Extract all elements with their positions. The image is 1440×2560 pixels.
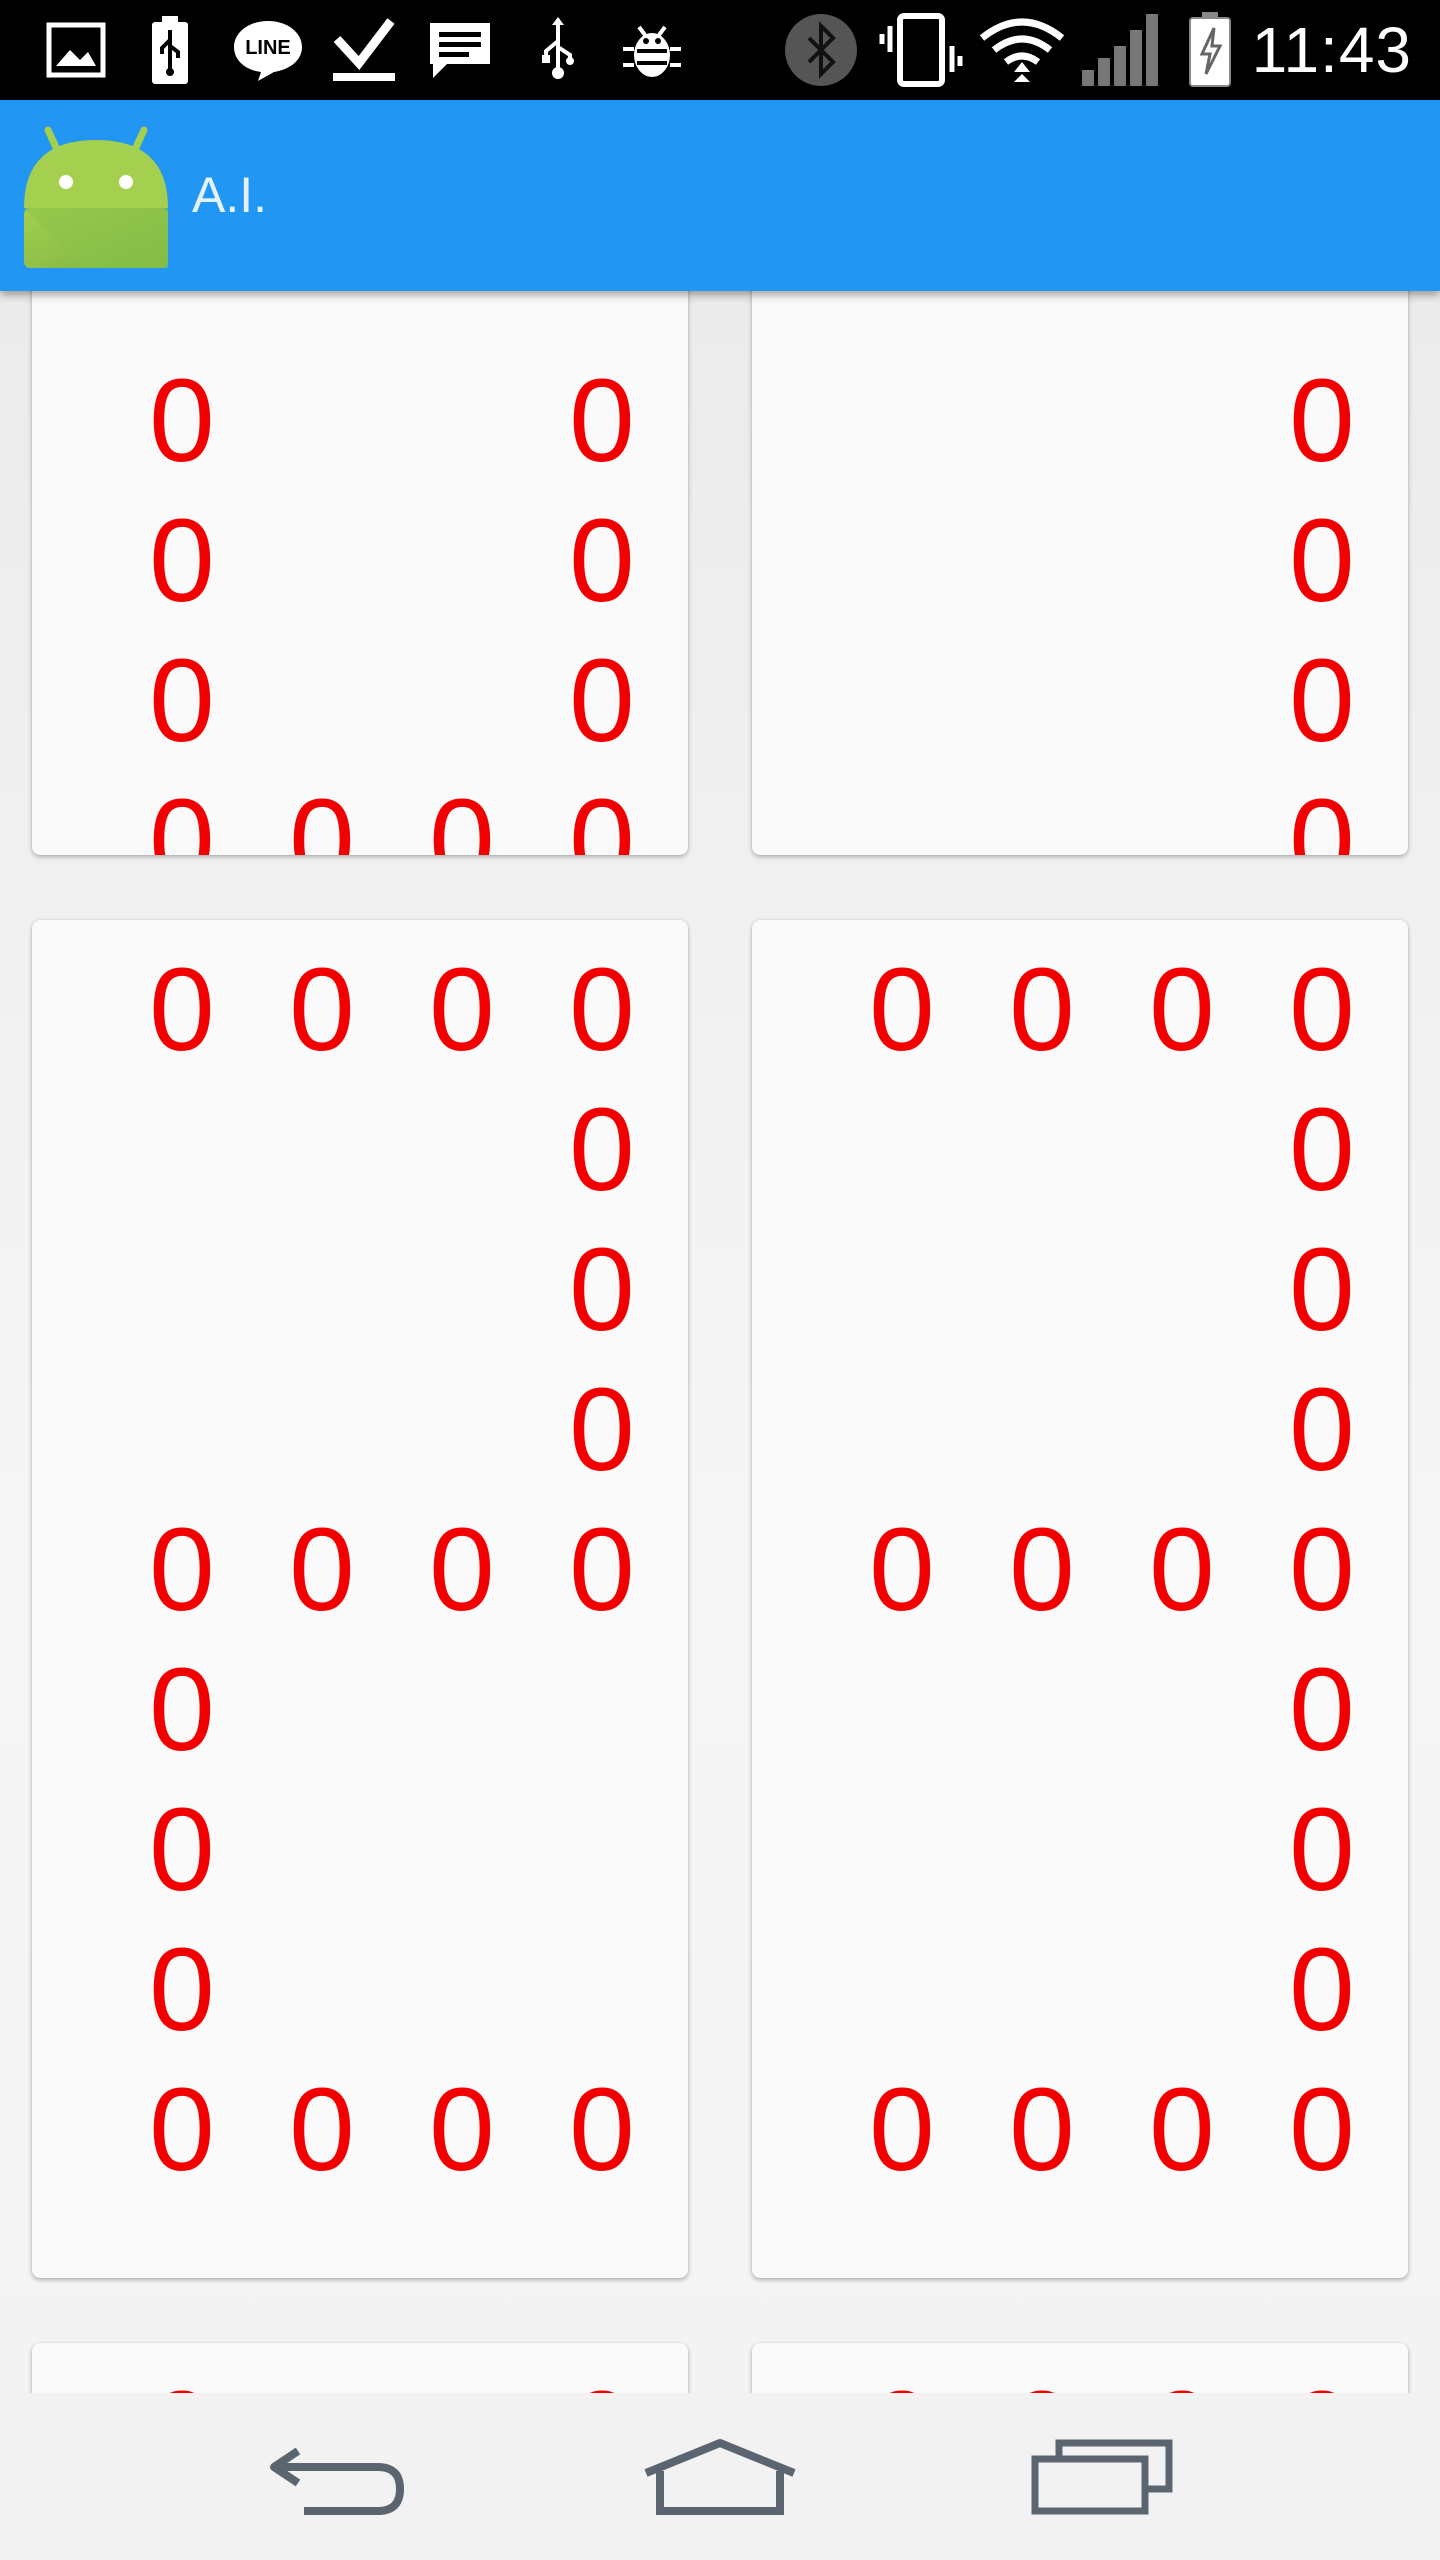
clock: 11:43 <box>1251 14 1412 86</box>
digit-cell: 0 <box>1112 2363 1252 2393</box>
digit-cell: 0 <box>1009 944 1075 1076</box>
digit-cell: 0 <box>1289 635 1355 767</box>
digit-cell: 0 <box>149 355 215 487</box>
digit-cell: 0 <box>1289 2064 1355 2196</box>
digit-cell: 0 <box>149 2064 215 2196</box>
digit-cell: 0 <box>869 2064 935 2196</box>
digit-cell: 0 <box>972 2363 1112 2393</box>
digit-cell: 0 <box>289 944 355 1076</box>
digit-cell: 0 <box>1289 1784 1355 1916</box>
digit-cell: 0 <box>1289 1364 1355 1496</box>
digit-cell: 0 <box>1149 944 1215 1076</box>
digit-cell: 0 <box>149 635 215 767</box>
digit-cell: 0 <box>569 1504 635 1636</box>
status-bar: LINE 11:43 <box>0 0 1440 100</box>
digit-cell: 0 <box>1289 1924 1355 2056</box>
digit-cell: 0 <box>1289 775 1355 855</box>
digit-cell: 0 <box>149 1644 215 1776</box>
digit-cell: 0 <box>569 1084 635 1216</box>
signal-icon <box>1078 14 1166 86</box>
navigation-bar <box>0 2393 1440 2560</box>
digit-card-5-partial[interactable]: 0000 <box>752 2343 1408 2393</box>
digit-cell: 0 <box>569 2064 635 2196</box>
digit-card-2[interactable]: 000000000000000000 <box>32 920 688 2278</box>
digit-cell: 0 <box>832 2363 972 2393</box>
digit-cell: 0 <box>569 1224 635 1356</box>
digit-cell: 0 <box>429 1504 495 1636</box>
home-icon[interactable] <box>620 2393 820 2560</box>
digit-cell: 0 <box>1009 1504 1075 1636</box>
digit-cell: 0 <box>1289 1644 1355 1776</box>
battery-charging-icon <box>1180 12 1240 87</box>
message-icon <box>424 14 496 86</box>
usb-icon <box>530 14 586 86</box>
digit-cell: 0 <box>869 1504 935 1636</box>
download-done-icon <box>326 14 402 86</box>
digit-cell: 0 <box>289 775 355 855</box>
digit-card-3[interactable]: 000000000000000000 <box>752 920 1408 2278</box>
digit-cell: 0 <box>149 1924 215 2056</box>
digit-cell: 0 <box>569 635 635 767</box>
digit-cell: 0 <box>429 2064 495 2196</box>
digit-cell: 0 <box>1289 355 1355 487</box>
line-icon: LINE <box>228 14 308 86</box>
digit-cell: 0 <box>532 2363 672 2393</box>
digit-cell: 0 <box>149 775 215 855</box>
digit-cell: 0 <box>429 775 495 855</box>
digit-cell: 0 <box>1149 1504 1215 1636</box>
digit-cell: 0 <box>569 944 635 1076</box>
digit-cell: 0 <box>289 2064 355 2196</box>
digit-card-1-top[interactable]: 0000000000 <box>32 291 688 855</box>
digit-cell: 0 <box>1289 1084 1355 1216</box>
digit-cell: 0 <box>1252 2363 1392 2393</box>
digit-card-grid: 0000000000 0000 000000000000000000 00000… <box>0 291 1440 2393</box>
digit-cell: 0 <box>1289 1224 1355 1356</box>
vibrate-icon <box>876 13 966 87</box>
digit-cell: 0 <box>569 775 635 855</box>
digit-cell: 0 <box>289 1504 355 1636</box>
digit-card-4-partial[interactable]: 00 <box>32 2343 688 2393</box>
app-bar: A.I. <box>0 100 1440 291</box>
digit-cell: 0 <box>569 355 635 487</box>
app-title: A.I. <box>192 167 268 223</box>
digit-cell: 0 <box>149 944 215 1076</box>
digit-cell: 0 <box>149 1784 215 1916</box>
digit-cell: 0 <box>1289 944 1355 1076</box>
digit-cell: 0 <box>869 944 935 1076</box>
digit-cell: 0 <box>569 495 635 627</box>
usb-battery-icon <box>140 14 200 86</box>
digit-card-2-top[interactable]: 0000 <box>752 291 1408 855</box>
digit-cell: 0 <box>1149 2064 1215 2196</box>
digit-cell: 0 <box>429 944 495 1076</box>
back-icon[interactable] <box>238 2393 438 2560</box>
recents-icon[interactable] <box>1002 2393 1202 2560</box>
digit-cell: 0 <box>1289 1504 1355 1636</box>
wifi-icon <box>974 14 1070 86</box>
digit-cell: 0 <box>569 1364 635 1496</box>
bluetooth-icon <box>780 14 862 86</box>
digit-cell: 0 <box>149 1504 215 1636</box>
digit-cell: 0 <box>1289 495 1355 627</box>
gallery-icon <box>40 14 112 86</box>
android-robot-icon[interactable] <box>14 112 178 272</box>
digit-cell: 0 <box>1009 2064 1075 2196</box>
digit-cell: 0 <box>149 495 215 627</box>
digit-cell: 0 <box>112 2363 252 2393</box>
svg-text:LINE: LINE <box>245 37 291 59</box>
debug-icon <box>614 14 690 86</box>
